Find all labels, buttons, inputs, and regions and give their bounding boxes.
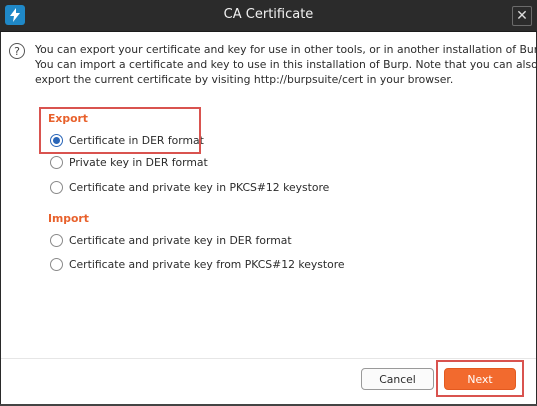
intro-line: You can import a certificate and key to … — [35, 58, 537, 71]
import-option-pkcs12[interactable]: Certificate and private key from PKCS#12… — [50, 256, 345, 272]
close-button[interactable]: ✕ — [512, 6, 532, 26]
close-icon: ✕ — [516, 8, 528, 24]
cancel-button[interactable]: Cancel — [361, 368, 434, 390]
radio-unselected[interactable] — [50, 180, 63, 194]
radio-unselected[interactable] — [50, 257, 63, 271]
intro-line: You can export your certificate and key … — [35, 43, 537, 56]
window-title: CA Certificate — [223, 7, 314, 22]
export-highlight-box — [39, 107, 201, 154]
footer-divider — [1, 358, 536, 359]
option-label: Certificate and private key in PKCS#12 k… — [69, 180, 330, 194]
export-option-pkcs12[interactable]: Certificate and private key in PKCS#12 k… — [50, 179, 329, 195]
option-label: Certificate and private key in DER forma… — [69, 233, 292, 247]
radio-unselected[interactable] — [50, 155, 63, 169]
export-option-key-der[interactable]: Private key in DER format — [50, 154, 208, 170]
intro-line: export the current certificate by visiti… — [35, 73, 454, 86]
next-highlight-box — [436, 360, 524, 397]
question-mark-icon: ? — [9, 43, 25, 59]
ca-certificate-dialog: ? You can export your certificate and ke… — [1, 32, 537, 404]
radio-unselected[interactable] — [50, 233, 63, 247]
import-option-der[interactable]: Certificate and private key in DER forma… — [50, 232, 292, 248]
option-label: Private key in DER format — [69, 155, 208, 169]
import-section-title: Import — [48, 212, 89, 225]
title-bar: CA Certificate ✕ — [0, 0, 537, 32]
intro-text: You can export your certificate and key … — [35, 42, 537, 87]
option-label: Certificate and private key from PKCS#12… — [69, 257, 345, 271]
